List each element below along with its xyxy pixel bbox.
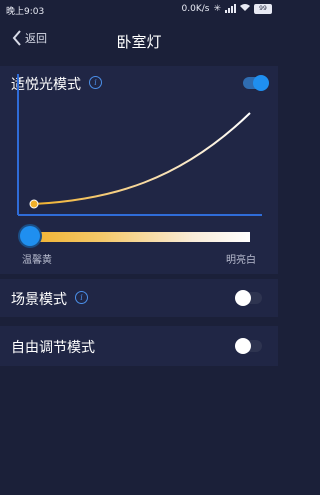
status-icons: 0.0K/s ✳ 99	[182, 3, 272, 14]
circadian-panel: 适悦光模式 i 温馨黄 明亮白	[0, 66, 278, 274]
slider-min-label: 温馨黄	[22, 255, 52, 266]
network-speed: 0.0K/s	[181, 3, 210, 14]
scene-label: 场景模式	[11, 292, 67, 308]
wifi-icon	[240, 3, 250, 14]
toggle-knob	[235, 290, 251, 306]
battery-icon: 99	[254, 3, 272, 14]
curve-point	[29, 199, 39, 209]
bluetooth-icon: ✳	[213, 3, 221, 14]
curve-line	[33, 112, 251, 205]
slider-max-label: 明亮白	[226, 255, 256, 266]
page-title: 卧室灯	[116, 33, 162, 51]
free-label: 自由调节模式	[11, 340, 95, 356]
free-mode-row: 自由调节模式	[0, 326, 278, 366]
signal-icon	[225, 4, 236, 13]
scene-toggle[interactable]	[235, 290, 262, 306]
toggle-knob	[235, 338, 251, 354]
info-icon[interactable]: i	[75, 291, 88, 304]
free-toggle[interactable]	[235, 338, 262, 354]
status-bar: 晚上9:03 0.0K/s ✳ 99	[0, 0, 278, 18]
scene-mode-row: 场景模式 i	[0, 279, 278, 317]
brightness-curve	[17, 74, 262, 216]
header: 返回 卧室灯	[0, 18, 278, 64]
color-temp-slider-thumb[interactable]	[20, 226, 40, 246]
status-time: 晚上9:03	[6, 7, 45, 17]
color-temp-slider-track[interactable]	[22, 232, 250, 242]
